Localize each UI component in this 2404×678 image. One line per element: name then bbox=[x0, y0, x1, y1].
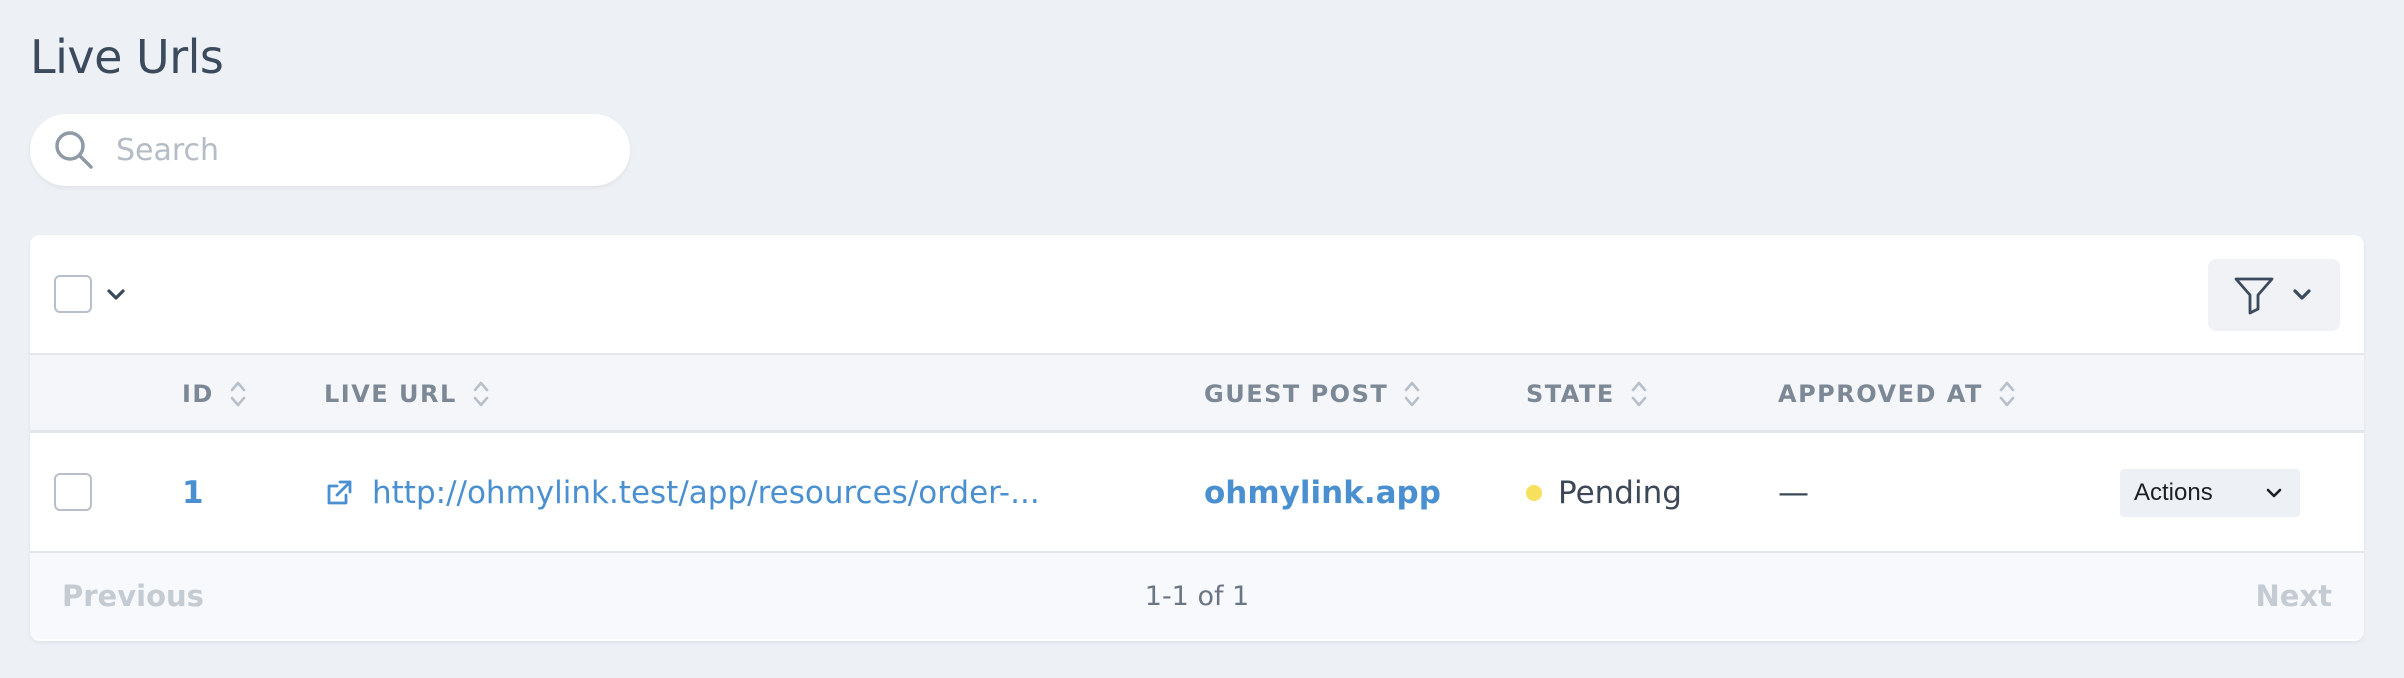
table-row: 1 http://ohmylink.test/app/resources/ord… bbox=[30, 433, 2364, 553]
chevron-down-icon[interactable] bbox=[104, 283, 128, 307]
live-url-link[interactable]: http://ohmylink.test/app/resources/order… bbox=[324, 433, 1040, 553]
pagination: Previous 1-1 of 1 Next bbox=[30, 553, 2364, 639]
row-id-link[interactable]: 1 bbox=[182, 433, 204, 553]
pagination-summary: 1-1 of 1 bbox=[1144, 580, 1250, 612]
actions-label: Actions bbox=[2134, 479, 2213, 506]
search-icon bbox=[55, 131, 93, 169]
column-header-guest-post[interactable]: GUEST POST bbox=[1204, 355, 1422, 433]
column-header-approved-at[interactable]: APPROVED AT bbox=[1778, 355, 2017, 433]
next-button[interactable]: Next bbox=[2255, 553, 2332, 639]
live-url-text: http://ohmylink.test/app/resources/order… bbox=[372, 475, 1040, 511]
filter-icon bbox=[2234, 277, 2274, 315]
sort-icon bbox=[1631, 381, 1647, 407]
resource-table-card: ID LIVE URL GUEST POST STATE APPROVED AT… bbox=[30, 235, 2364, 641]
page-title: Live Urls bbox=[30, 30, 224, 84]
column-header-state[interactable]: STATE bbox=[1526, 355, 1649, 433]
table-header: ID LIVE URL GUEST POST STATE APPROVED AT bbox=[30, 355, 2364, 433]
select-all-checkbox[interactable] bbox=[54, 275, 92, 313]
column-header-live-url[interactable]: LIVE URL bbox=[324, 355, 491, 433]
sort-icon bbox=[230, 381, 246, 407]
row-checkbox[interactable] bbox=[54, 473, 92, 511]
sort-icon bbox=[1999, 381, 2015, 407]
status-dot bbox=[1526, 485, 1542, 501]
external-link-icon bbox=[327, 480, 352, 505]
guest-post-link[interactable]: ohmylink.app bbox=[1204, 433, 1441, 553]
chevron-down-icon bbox=[2293, 289, 2311, 300]
approved-at-value: — bbox=[1778, 475, 1809, 511]
sort-icon bbox=[473, 381, 489, 407]
filter-button[interactable] bbox=[2208, 259, 2340, 331]
search-box[interactable] bbox=[30, 114, 630, 186]
table-toolbar bbox=[30, 235, 2364, 355]
chevron-down-icon bbox=[2266, 488, 2282, 498]
state-label: Pending bbox=[1558, 475, 1682, 511]
state-cell: Pending bbox=[1526, 433, 1682, 553]
column-header-id[interactable]: ID bbox=[182, 355, 248, 433]
sort-icon bbox=[1404, 381, 1420, 407]
actions-dropdown[interactable]: Actions bbox=[2120, 469, 2300, 517]
search-input[interactable] bbox=[116, 132, 596, 168]
